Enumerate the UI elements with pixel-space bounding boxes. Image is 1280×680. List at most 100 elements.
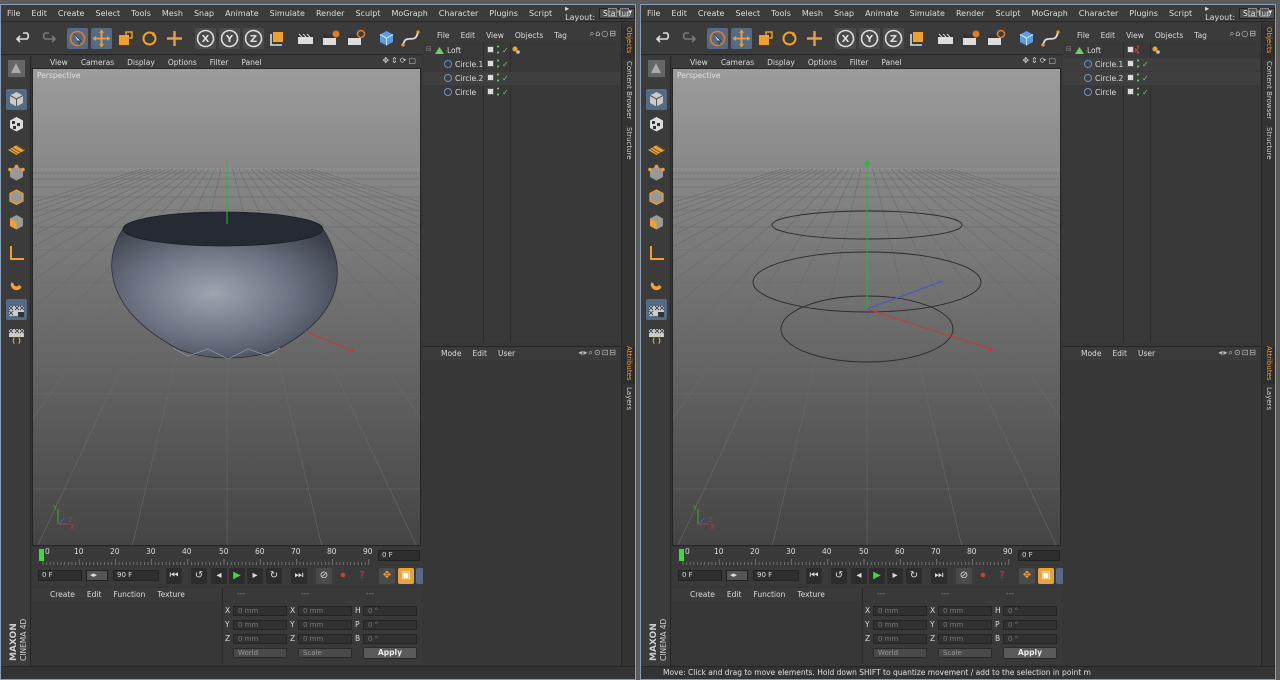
layer-tag-icon[interactable] xyxy=(1127,74,1134,81)
live-selection-icon[interactable] xyxy=(67,28,88,49)
menu-tools[interactable]: Tools xyxy=(131,9,151,18)
workplane-lock-icon[interactable] xyxy=(6,299,27,320)
scale-key-icon[interactable]: ▣ xyxy=(398,568,414,584)
attributes-menu-edit[interactable]: Edit xyxy=(1112,349,1127,358)
tab-attributes[interactable]: Attributes xyxy=(623,346,635,384)
end-frame-field[interactable]: 90 F xyxy=(113,570,159,581)
start-frame-field[interactable]: 0 F xyxy=(38,570,82,581)
goto-end-icon[interactable]: ⏭ xyxy=(291,568,307,584)
play-icon[interactable]: ▶ xyxy=(869,568,885,584)
menu-tools[interactable]: Tools xyxy=(771,9,791,18)
goto-end-icon[interactable]: ⏭ xyxy=(931,568,947,584)
size-x-field[interactable]: 0 mm xyxy=(938,606,992,616)
menu-snap[interactable]: Snap xyxy=(834,9,854,18)
menu-character[interactable]: Character xyxy=(1079,9,1119,18)
z-axis-icon[interactable]: Z xyxy=(243,28,264,49)
menu-render[interactable]: Render xyxy=(956,9,984,18)
material-menu-create[interactable]: Create xyxy=(690,590,715,599)
scale-key-icon[interactable]: ▣ xyxy=(1038,568,1054,584)
workplane-mode-icon[interactable] xyxy=(646,138,667,159)
close-icon[interactable] xyxy=(620,8,629,17)
menu-script[interactable]: Script xyxy=(1169,9,1192,18)
undo-icon[interactable] xyxy=(654,28,675,49)
keyframe-selection-icon[interactable]: ? xyxy=(354,568,370,584)
menu-edit[interactable]: Edit xyxy=(31,9,47,18)
objects-menu-view[interactable]: View xyxy=(1126,31,1144,40)
material-manager[interactable] xyxy=(672,602,862,664)
add-object-icon[interactable] xyxy=(164,28,185,49)
live-selection-icon[interactable] xyxy=(707,28,728,49)
redo-icon[interactable] xyxy=(677,28,698,49)
layer-tag-icon[interactable] xyxy=(1127,88,1134,95)
menu-simulate[interactable]: Simulate xyxy=(270,9,305,18)
object-row-circle-1[interactable]: Circle.1 • • ✓ xyxy=(423,58,620,71)
apply-button[interactable]: Apply xyxy=(1003,647,1057,659)
size-y-field[interactable]: 0 mm xyxy=(298,620,352,630)
render-picture-viewer-icon[interactable] xyxy=(960,28,981,49)
attributes-menu-user[interactable]: User xyxy=(1138,349,1155,358)
z-axis-icon[interactable]: Z xyxy=(883,28,904,49)
cube-primitive-icon[interactable] xyxy=(376,28,397,49)
x-axis-icon[interactable]: X xyxy=(835,28,856,49)
menu-character[interactable]: Character xyxy=(439,9,479,18)
prev-frame-icon[interactable]: ◂ xyxy=(851,568,867,584)
position-y-field[interactable]: 0 mm xyxy=(873,620,927,630)
rotation-p-field[interactable]: 0 ° xyxy=(1003,620,1057,630)
undo-icon[interactable] xyxy=(14,28,35,49)
phong-tag-icon[interactable] xyxy=(1151,45,1161,55)
attribute-manager-icons[interactable]: ◂▸⌕⊙⊡⊟ xyxy=(1218,348,1257,358)
objects-menu-objects[interactable]: Objects xyxy=(1155,31,1183,40)
render-view-icon[interactable] xyxy=(935,28,956,49)
objects-menu-edit[interactable]: Edit xyxy=(1101,31,1116,40)
tab-objects[interactable]: Objects xyxy=(1263,27,1275,59)
viewport-nav-icons[interactable]: ✥⇕⟳▢ xyxy=(1022,56,1058,65)
spline-pen-icon[interactable] xyxy=(1040,28,1061,49)
rotation-h-field[interactable]: 0 ° xyxy=(1003,606,1057,616)
size-x-field[interactable]: 0 mm xyxy=(298,606,352,616)
tab-structure[interactable]: Structure xyxy=(1263,127,1275,167)
object-row-circle-1[interactable]: Circle.1 • • ✓ xyxy=(1063,58,1260,71)
redo-icon[interactable] xyxy=(37,28,58,49)
prev-key-icon[interactable]: ↺ xyxy=(831,568,847,584)
attributes-menu-mode[interactable]: Mode xyxy=(441,349,461,358)
menu-sculpt[interactable]: Sculpt xyxy=(355,9,380,18)
points-mode-icon[interactable] xyxy=(6,163,27,184)
edit-render-settings-icon[interactable] xyxy=(985,28,1006,49)
material-menu-create[interactable]: Create xyxy=(50,590,75,599)
model-mode-icon[interactable] xyxy=(646,89,667,110)
prev-frame-icon[interactable]: ◂ xyxy=(211,568,227,584)
move-tool-icon[interactable] xyxy=(91,28,112,49)
position-x-field[interactable]: 0 mm xyxy=(233,606,287,616)
object-row-circle[interactable]: Circle • • ✓ xyxy=(1063,86,1260,99)
viewport-menu-view[interactable]: View xyxy=(50,58,68,67)
current-frame-field[interactable]: 0 F xyxy=(1018,550,1060,561)
object-name[interactable]: Circle xyxy=(455,88,476,97)
menu-create[interactable]: Create xyxy=(698,9,725,18)
solo-mode-icon[interactable]: ( ) xyxy=(646,324,667,345)
restore-icon[interactable] xyxy=(1248,8,1257,17)
attribute-manager[interactable] xyxy=(1063,361,1260,666)
viewport-menu-cameras[interactable]: Cameras xyxy=(721,58,754,67)
make-editable-icon[interactable] xyxy=(6,58,27,79)
object-name[interactable]: Circle.1 xyxy=(1095,60,1123,69)
menu-file[interactable]: File xyxy=(7,9,20,18)
menu-sculpt[interactable]: Sculpt xyxy=(995,9,1020,18)
viewport-menu-filter[interactable]: Filter xyxy=(210,58,229,67)
phong-tag-icon[interactable] xyxy=(511,45,521,55)
render-view-icon[interactable] xyxy=(295,28,316,49)
menu-create[interactable]: Create xyxy=(58,9,85,18)
restore-icon[interactable] xyxy=(608,8,617,17)
polygons-mode-icon[interactable] xyxy=(646,212,667,233)
tab-content-browser[interactable]: Content Browser xyxy=(1263,61,1275,123)
menu-snap[interactable]: Snap xyxy=(194,9,214,18)
menu-mesh[interactable]: Mesh xyxy=(802,9,823,18)
scale-tool-icon[interactable] xyxy=(115,28,136,49)
goto-start-icon[interactable]: ⏮ xyxy=(166,568,182,584)
menu-select[interactable]: Select xyxy=(735,9,760,18)
perspective-viewport[interactable]: YZX Perspective xyxy=(32,68,421,546)
object-row-circle-2[interactable]: Circle.2 • • ✓ xyxy=(423,72,620,85)
objects-menu-tag[interactable]: Tag xyxy=(554,31,567,40)
attributes-menu-edit[interactable]: Edit xyxy=(472,349,487,358)
next-frame-icon[interactable]: ▸ xyxy=(247,568,263,584)
object-name[interactable]: Circle.2 xyxy=(455,74,483,83)
